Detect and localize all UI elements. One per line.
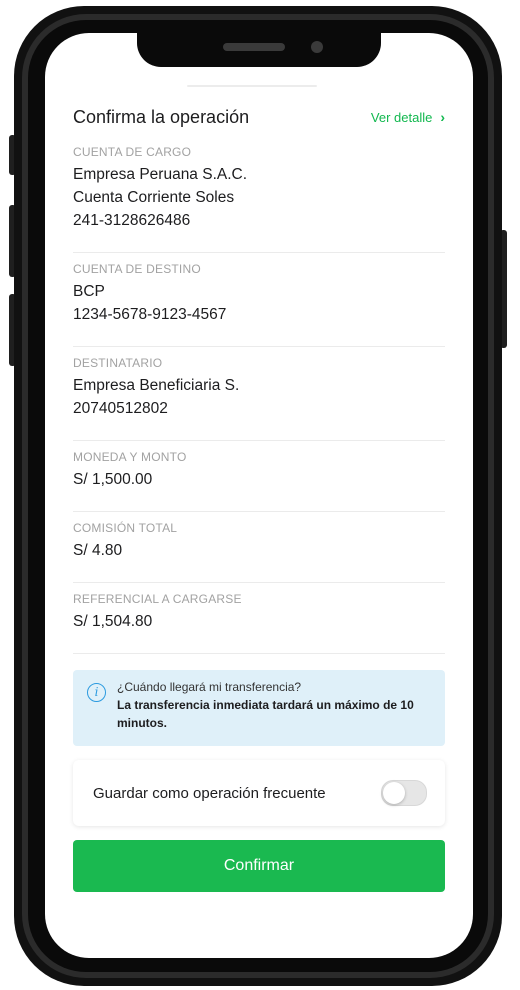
summary-value: 1234-5678-9123-4567 xyxy=(73,306,227,323)
summary-value: S/ 1,504.80 xyxy=(73,613,153,630)
summary-value: Empresa Beneficiaria S. xyxy=(73,377,240,394)
phone-notch xyxy=(137,33,381,67)
page-title: Confirma la operación xyxy=(73,106,250,127)
info-banner: i ¿Cuándo llegará mi transferencia? La t… xyxy=(73,670,445,746)
phone-screen: Confirma la operación Ver detalle › CUEN… xyxy=(45,33,473,958)
camera xyxy=(311,41,323,53)
summary-section: CUENTA DE DESTINO BCP 1234-5678-9123-4567 xyxy=(73,253,445,347)
save-frequent-label: Guardar como operación frecuente xyxy=(93,784,326,802)
confirm-button[interactable]: Confirmar xyxy=(73,840,445,892)
summary-label: DESTINATARIO xyxy=(73,356,163,370)
info-answer: La transferencia inmediata tardará un má… xyxy=(117,698,414,730)
view-detail-label: Ver detalle xyxy=(370,109,433,125)
summary-section: DESTINATARIO Empresa Beneficiaria S. 20740… xyxy=(73,347,445,441)
panel-header: Confirma la operación Ver detalle › xyxy=(73,103,445,131)
summary-label: CUENTA DE CARGO xyxy=(73,145,192,159)
summary-section: MONEDA Y MONTO S/ 1,500.00 xyxy=(73,441,445,512)
summary-value: Empresa Peruana S.A.C. xyxy=(73,166,248,183)
operation-summary: CUENTA DE CARGO Empresa Peruana S.A.C. Cue… xyxy=(73,145,445,654)
summary-label: REFERENCIAL A CARGARSE xyxy=(73,592,242,606)
summary-value: S/ 4.80 xyxy=(73,542,123,559)
info-icon: i xyxy=(87,683,106,702)
summary-section: COMISIÓN TOTAL S/ 4.80 xyxy=(73,512,445,583)
save-frequent-card: Guardar como operación frecuente xyxy=(73,760,445,826)
summary-label: MONEDA Y MONTO xyxy=(73,450,187,464)
info-question: ¿Cuándo llegará mi transferencia? xyxy=(117,680,302,694)
chevron-right-icon: › xyxy=(440,109,445,125)
toggle-knob xyxy=(383,782,405,804)
summary-value: BCP xyxy=(73,283,105,300)
summary-value: Cuenta Corriente Soles xyxy=(73,189,235,206)
summary-value: 20740512802 xyxy=(73,400,168,417)
view-detail-link[interactable]: Ver detalle › xyxy=(371,109,445,125)
summary-section: CUENTA DE CARGO Empresa Peruana S.A.C. Cue… xyxy=(73,145,445,253)
summary-value: S/ 1,500.00 xyxy=(73,471,153,488)
confirmation-panel: Confirma la operación Ver detalle › CUEN… xyxy=(73,103,445,892)
summary-label: CUENTA DE DESTINO xyxy=(73,262,201,276)
summary-section: REFERENCIAL A CARGARSE S/ 1,504.80 xyxy=(73,583,445,654)
summary-value: 241-3128626486 xyxy=(73,212,191,229)
sheet-handle[interactable] xyxy=(187,85,317,87)
save-frequent-toggle[interactable] xyxy=(381,780,427,806)
speaker xyxy=(223,43,285,51)
summary-label: COMISIÓN TOTAL xyxy=(73,521,178,535)
